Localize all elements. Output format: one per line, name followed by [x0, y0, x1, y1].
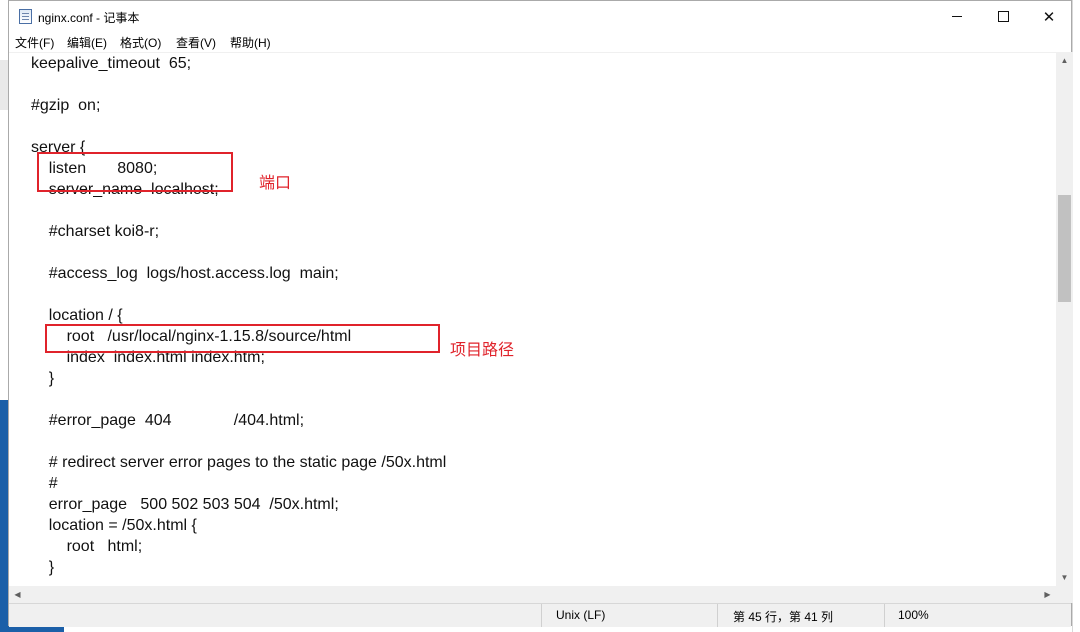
notepad-window: nginx.conf - 记事本 ✕ 文件(F) 编辑(E) 格式(O) 查看(…: [8, 0, 1073, 627]
status-zoom: 100%: [898, 608, 929, 622]
code-line: #gzip on;: [31, 97, 101, 114]
code-line: #error_page 404 /404.html;: [31, 412, 305, 429]
title-bar[interactable]: nginx.conf - 记事本 ✕: [9, 1, 1071, 32]
code-line: #access_log logs/host.access.log main;: [31, 265, 339, 282]
status-cursor-position: 第 45 行，第 41 列: [733, 610, 834, 624]
background-window-strip-right: [1072, 0, 1080, 632]
path-highlight-box: [45, 324, 440, 353]
background-window-strip: [0, 60, 8, 110]
code-line: }: [31, 559, 55, 576]
port-highlight-box: [37, 152, 233, 192]
code-line: keepalive_timeout 65;: [31, 55, 192, 72]
minimize-icon: [952, 16, 962, 17]
code-line: error_page 500 502 503 504 /50x.html;: [31, 496, 339, 513]
menu-edit[interactable]: 编辑(E): [67, 34, 107, 51]
status-separator: [541, 604, 542, 627]
code-line: #: [31, 475, 58, 492]
code-line: root html;: [31, 538, 143, 555]
menu-file[interactable]: 文件(F): [15, 34, 54, 51]
code-line: # redirect server error pages to the sta…: [31, 454, 447, 471]
status-separator: [717, 604, 718, 627]
close-icon: ✕: [1042, 8, 1056, 26]
notepad-icon: [19, 9, 32, 24]
port-annotation-label: 端口: [259, 175, 292, 192]
maximize-button[interactable]: [980, 1, 1026, 32]
close-button[interactable]: ✕: [1026, 1, 1072, 32]
scroll-right-arrow-icon[interactable]: ▶: [1039, 586, 1056, 603]
vertical-scrollbar[interactable]: ▲ ▼: [1056, 52, 1073, 586]
status-line-ending: Unix (LF): [556, 608, 606, 622]
menu-bar: 文件(F) 编辑(E) 格式(O) 查看(V) 帮助(H): [9, 32, 1071, 52]
menu-view[interactable]: 查看(V): [176, 34, 216, 51]
scroll-left-arrow-icon[interactable]: ◀: [9, 586, 26, 603]
text-editor[interactable]: keepalive_timeout 65; #gzip on; server {…: [9, 52, 1056, 587]
code-line: }: [31, 370, 55, 387]
code-line: location = /50x.html {: [31, 517, 197, 534]
horizontal-scrollbar[interactable]: ◀ ▶: [9, 586, 1056, 603]
scrollbar-corner: [1056, 586, 1073, 603]
scroll-up-arrow-icon[interactable]: ▲: [1056, 52, 1073, 69]
window-title: nginx.conf - 记事本: [38, 11, 140, 25]
vertical-scroll-thumb[interactable]: [1058, 195, 1071, 302]
path-annotation-label: 项目路径: [450, 342, 515, 359]
status-bar: Unix (LF) 第 45 行，第 41 列 100%: [9, 603, 1071, 627]
maximize-icon: [997, 11, 1009, 22]
menu-help[interactable]: 帮助(H): [230, 34, 271, 51]
status-separator: [884, 604, 885, 627]
code-line: location / {: [31, 307, 123, 324]
code-line: #charset koi8-r;: [31, 223, 160, 240]
minimize-button[interactable]: [934, 1, 980, 32]
desktop-background: [0, 400, 8, 632]
menu-format[interactable]: 格式(O): [120, 34, 161, 51]
scroll-down-arrow-icon[interactable]: ▼: [1056, 569, 1073, 586]
